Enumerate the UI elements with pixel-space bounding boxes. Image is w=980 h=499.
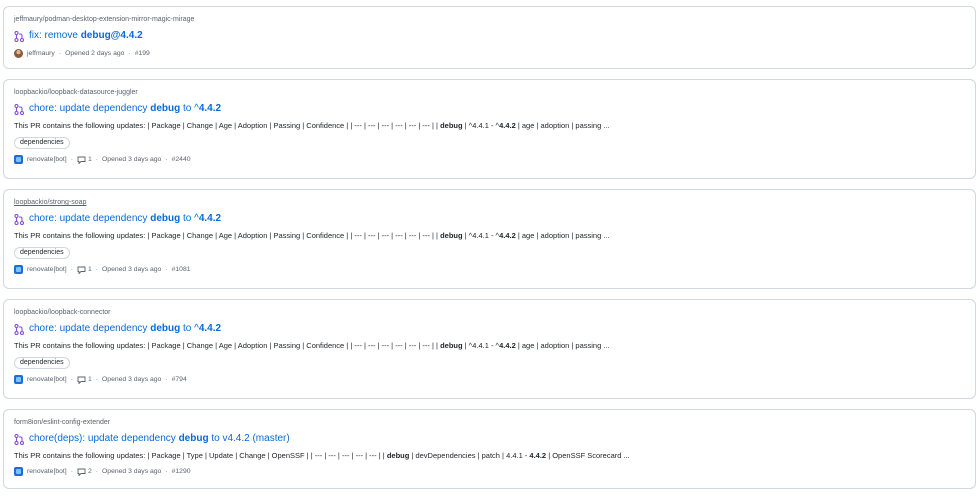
pull-request-result: form8ion/eslint-config-extender chore(de… [3, 409, 976, 489]
pull-request-result: loopbackio/loopback-datasource-juggler c… [3, 79, 976, 179]
separator-dot: · [165, 266, 168, 273]
repo-link[interactable]: loopbackio/loopback-connector [14, 308, 965, 318]
title-highlight: 4.4.2 [198, 213, 222, 224]
title-text: to ^ [180, 103, 199, 114]
avatar[interactable] [14, 265, 23, 274]
pr-title-link[interactable]: chore(deps): update dependency debug to … [29, 432, 290, 446]
pr-meta: jeffmaury · Opened 2 days ago · #199 [14, 48, 965, 59]
pr-title-link[interactable]: chore: update dependency debug to ^4.4.2 [29, 322, 221, 336]
pr-title-link[interactable]: fix: remove debug@4.4.2 [29, 29, 143, 43]
pr-title-row: chore: update dependency debug to ^4.4.2 [14, 322, 965, 336]
title-text: chore: update dependency [29, 103, 151, 114]
repo-link[interactable]: jeffmaury/podman-desktop-extension-mirro… [14, 15, 965, 25]
opened-time: Opened 3 days ago [102, 156, 162, 163]
avatar[interactable] [14, 375, 23, 384]
title-text: to ^ [180, 323, 199, 334]
title-highlight: debug [150, 323, 181, 334]
comment-icon [77, 266, 86, 274]
separator-dot: · [70, 376, 73, 383]
git-pull-request-icon [14, 30, 24, 42]
repo-link[interactable]: form8ion/eslint-config-extender [14, 418, 965, 428]
git-pull-request-icon [14, 323, 24, 335]
label-badge[interactable]: dependencies [14, 137, 70, 149]
avatar[interactable] [14, 49, 23, 58]
author-link[interactable]: jeffmaury [27, 50, 55, 57]
separator-dot: · [95, 266, 98, 273]
separator-dot: · [165, 376, 168, 383]
author-link[interactable]: renovate[bot] [27, 266, 67, 273]
pr-title-link[interactable]: chore: update dependency debug to ^4.4.2 [29, 212, 221, 226]
title-highlight: debug [150, 213, 181, 224]
separator-dot: · [70, 468, 73, 475]
pull-request-result: loopbackio/strong-soap chore: update dep… [3, 189, 976, 289]
comment-count[interactable]: 1 [88, 376, 92, 383]
repo-link[interactable]: loopbackio/strong-soap [14, 198, 965, 208]
title-highlight: 4.4.2 [198, 103, 222, 114]
pr-title-row: fix: remove debug@4.4.2 [14, 29, 965, 43]
title-text: chore: update dependency [29, 323, 151, 334]
separator-dot: · [95, 468, 98, 475]
pull-request-result: loopbackio/loopback-connector chore: upd… [3, 299, 976, 399]
avatar[interactable] [14, 467, 23, 476]
comment-count[interactable]: 1 [88, 156, 92, 163]
title-highlight: debug [150, 103, 181, 114]
pr-number: #1290 [171, 468, 191, 475]
comment-icon [77, 468, 86, 476]
separator-dot: · [128, 50, 131, 57]
author-link[interactable]: renovate[bot] [27, 156, 67, 163]
pr-title-link[interactable]: chore: update dependency debug to ^4.4.2 [29, 102, 221, 116]
author-link[interactable]: renovate[bot] [27, 376, 67, 383]
pr-meta: renovate[bot] · 1 · Opened 3 days ago · … [14, 154, 965, 165]
opened-time: Opened 2 days ago [65, 50, 125, 57]
pr-title-row: chore: update dependency debug to ^4.4.2 [14, 102, 965, 116]
opened-time: Opened 3 days ago [102, 266, 162, 273]
separator-dot: · [165, 156, 168, 163]
comment-icon [77, 376, 86, 384]
separator-dot: · [95, 376, 98, 383]
pr-meta: renovate[bot] · 1 · Opened 3 days ago · … [14, 374, 965, 385]
title-text: chore(deps): update dependency [29, 433, 179, 444]
separator-dot: · [58, 50, 62, 57]
pr-number: #794 [171, 376, 187, 383]
opened-time: Opened 3 days ago [102, 468, 162, 475]
comment-count[interactable]: 1 [88, 266, 92, 273]
pr-title-row: chore: update dependency debug to ^4.4.2 [14, 212, 965, 226]
pr-number: #2440 [171, 156, 191, 163]
pr-number: #1081 [171, 266, 191, 273]
pull-request-result: jeffmaury/podman-desktop-extension-mirro… [3, 6, 976, 69]
comment-icon [77, 156, 86, 164]
avatar[interactable] [14, 155, 23, 164]
title-highlight: 4.4.2 [198, 323, 222, 334]
pr-description: This PR contains the following updates: … [14, 121, 610, 130]
pr-description: This PR contains the following updates: … [14, 341, 610, 350]
pr-title-row: chore(deps): update dependency debug to … [14, 432, 965, 446]
pr-number: #199 [134, 50, 150, 57]
separator-dot: · [70, 266, 73, 273]
pr-meta: renovate[bot] · 2 · Opened 3 days ago · … [14, 466, 965, 477]
title-text: chore: update dependency [29, 213, 151, 224]
separator-dot: · [95, 156, 98, 163]
title-highlight: debug [178, 433, 209, 444]
repo-link[interactable]: loopbackio/loopback-datasource-juggler [14, 88, 965, 98]
separator-dot: · [165, 468, 168, 475]
separator-dot: · [70, 156, 73, 163]
git-pull-request-icon [14, 433, 24, 445]
pr-meta: renovate[bot] · 1 · Opened 3 days ago · … [14, 264, 965, 275]
author-link[interactable]: renovate[bot] [27, 468, 67, 475]
comment-count[interactable]: 2 [88, 468, 92, 475]
label-badge[interactable]: dependencies [14, 247, 70, 259]
title-highlight: debug@4.4.2 [80, 30, 143, 41]
pr-description: This PR contains the following updates: … [14, 451, 630, 460]
opened-time: Opened 3 days ago [102, 376, 162, 383]
title-text: to v4.4.2 (master) [208, 433, 290, 444]
title-text: to ^ [180, 213, 199, 224]
git-pull-request-icon [14, 103, 24, 115]
search-results-list: jeffmaury/podman-desktop-extension-mirro… [3, 6, 976, 499]
pr-description: This PR contains the following updates: … [14, 231, 610, 240]
title-text: fix: remove [29, 30, 81, 41]
label-badge[interactable]: dependencies [14, 357, 70, 369]
git-pull-request-icon [14, 213, 24, 225]
